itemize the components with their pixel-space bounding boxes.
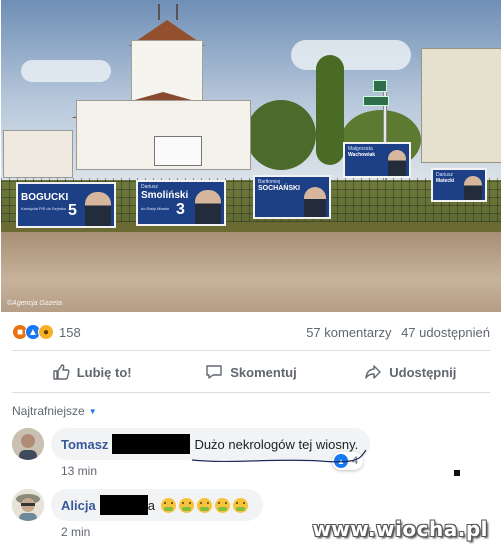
poster-last-name: Matecki: [436, 178, 455, 184]
share-button[interactable]: Udostępnij: [331, 354, 490, 390]
poster-number: 3: [176, 201, 185, 218]
church-plaque: [154, 136, 202, 166]
post-counters: 57 komentarzy 47 udostępnień: [300, 325, 490, 340]
nauseated-face-emoji-icon: [160, 497, 176, 513]
comment-author[interactable]: Tomasz: [61, 437, 108, 452]
campaign-poster: Bartłomiej SOCHAŃSKI: [253, 175, 331, 219]
nauseated-face-emoji-icon: [214, 497, 230, 513]
profile-photo: [12, 489, 44, 521]
house: [3, 130, 73, 178]
nauseated-face-emoji-icon: [196, 497, 212, 513]
haha-reaction-icon: ●: [38, 324, 54, 340]
comment-sort-dropdown[interactable]: Najtrafniejsze ▼: [12, 404, 97, 418]
campaign-poster: Małgorzata Wachowiak: [343, 142, 411, 178]
comment-button[interactable]: Skomentuj: [171, 354, 330, 390]
profile-photo: [12, 428, 44, 460]
dirt-road: [1, 232, 501, 312]
handwritten-underline: [191, 449, 367, 463]
poster-last-name: SOCHAŃSKI: [258, 185, 301, 192]
redaction-bar: [99, 495, 148, 515]
share-arrow-icon: [365, 365, 381, 379]
post-stats: ■ ▲ ● 158 57 komentarzy 47 udostępnień: [12, 320, 490, 344]
comment-icon: [206, 365, 222, 379]
caret-down-icon: ▼: [88, 406, 97, 416]
comment-text: a: [147, 497, 155, 513]
post-photo[interactable]: BOGUCKI Kandydat PiS do Sejmiku 5 Darius…: [1, 0, 501, 312]
candidate-photo: [388, 150, 406, 176]
post-actions: Lubię to! Skomentuj Udostępnij: [12, 354, 490, 390]
redaction-bar: [112, 434, 191, 454]
campaign-poster: Dariusz Matecki: [431, 168, 487, 202]
candidate-photo: [195, 190, 221, 224]
candidate-photo: [304, 187, 326, 217]
divider: [12, 350, 490, 351]
street-sign: [363, 96, 389, 106]
comment-timestamp[interactable]: 13 min: [61, 464, 97, 478]
reaction-count[interactable]: 158: [59, 325, 81, 340]
campaign-poster: Dariusz Smoliński do Rady Miasta 3: [136, 180, 226, 226]
apartment-block: [421, 48, 501, 163]
poster-last-name: Wachowiak: [348, 152, 376, 158]
poster-last-name: BOGUCKI: [21, 192, 69, 203]
share-button-label: Udostępnij: [389, 364, 457, 380]
poster-subtitle: Kandydat PiS do Sejmiku: [21, 206, 67, 211]
like-button-label: Lubię to!: [76, 364, 132, 380]
cloud: [21, 60, 111, 82]
avatar[interactable]: [12, 428, 44, 460]
campaign-poster: BOGUCKI Kandydat PiS do Sejmiku 5: [16, 182, 116, 228]
tree: [246, 100, 316, 170]
black-mark: [454, 470, 460, 476]
comment-sort-label: Najtrafniejsze: [12, 404, 85, 418]
candidate-photo: [85, 192, 111, 226]
poster-last-name: Smoliński: [141, 190, 189, 201]
thumbs-up-icon: [53, 364, 70, 380]
nauseated-face-emoji-icon: [232, 497, 248, 513]
nauseated-face-emoji-icon: [178, 497, 194, 513]
comment-count-link[interactable]: 57 komentarzy: [306, 325, 391, 340]
comment-author[interactable]: Alicja: [61, 498, 96, 513]
cross: [158, 4, 160, 20]
comment-bubble: Alicja a: [51, 489, 263, 521]
cross: [176, 4, 178, 20]
site-watermark: www.wiocha.pl: [312, 517, 488, 541]
like-button[interactable]: Lubię to!: [12, 354, 171, 390]
avatar[interactable]: [12, 489, 44, 521]
comment-button-label: Skomentuj: [230, 364, 297, 380]
reaction-summary[interactable]: ■ ▲ ● 158: [12, 324, 81, 340]
photo-credit: ©Agencja Gazeta: [7, 300, 62, 307]
cloud: [291, 40, 411, 70]
candidate-photo: [464, 176, 482, 200]
street-sign: [373, 80, 387, 92]
poplar-tree: [316, 55, 344, 165]
poster-number: 5: [68, 202, 77, 219]
share-count-link[interactable]: 47 udostępnień: [401, 325, 490, 340]
poster-subtitle: do Rady Miasta: [141, 206, 169, 211]
comment-timestamp[interactable]: 2 min: [61, 525, 90, 539]
divider: [12, 392, 490, 393]
